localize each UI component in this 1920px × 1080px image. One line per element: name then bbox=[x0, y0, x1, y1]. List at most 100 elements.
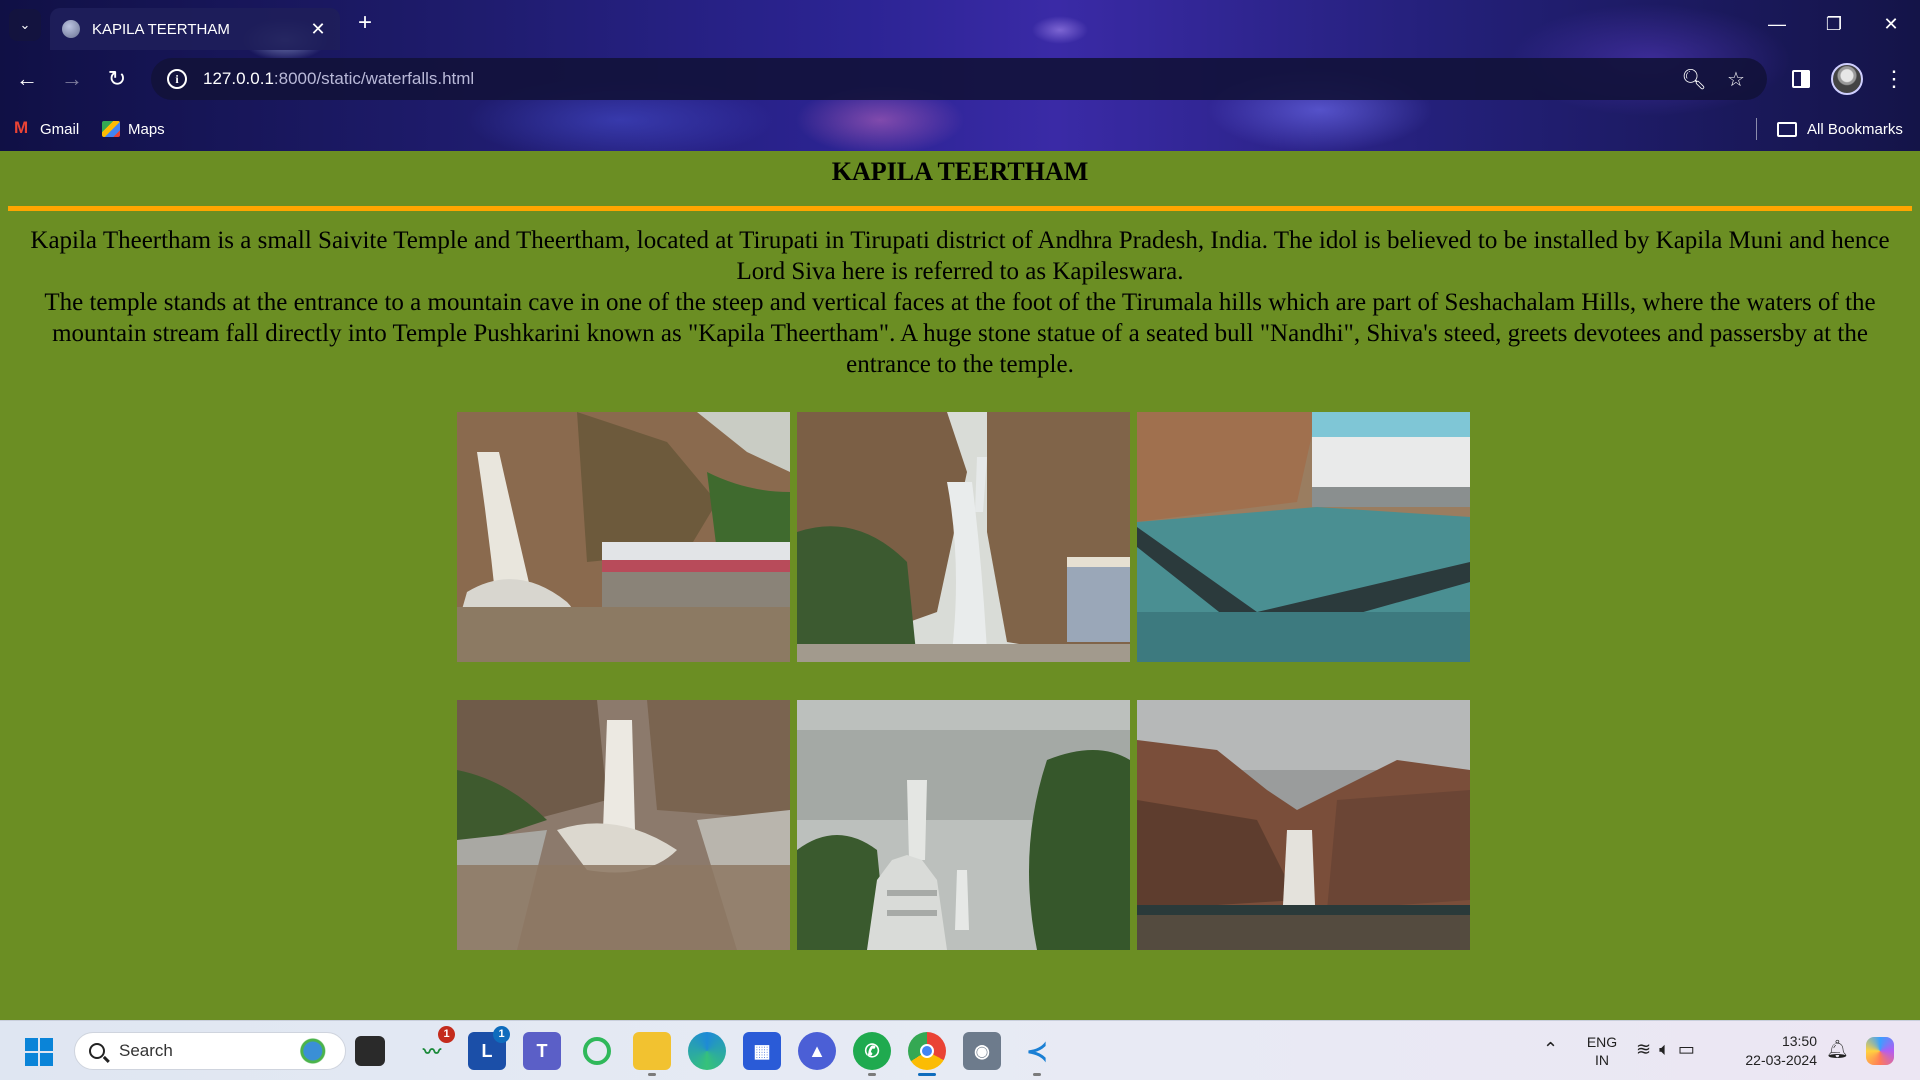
camera-icon[interactable]: ◉ bbox=[963, 1032, 1001, 1070]
address-bar[interactable]: i 127.0.0.1:8000/static/waterfalls.html … bbox=[151, 58, 1767, 100]
copilot-icon[interactable] bbox=[1866, 1037, 1894, 1065]
globe-icon bbox=[62, 20, 80, 38]
bookmarks-bar: Gmail Maps All Bookmarks bbox=[0, 108, 1920, 151]
arrow-right-icon: → bbox=[61, 66, 83, 91]
taskbar-search-placeholder: Search bbox=[119, 1041, 173, 1060]
taskbar-search[interactable]: Search bbox=[74, 1032, 346, 1070]
page-title: KAPILA TEERTHAM bbox=[831, 157, 1089, 186]
close-tab-icon[interactable]: ✕ bbox=[308, 19, 328, 40]
back-button[interactable]: ← bbox=[11, 63, 43, 95]
profile-avatar[interactable] bbox=[1831, 63, 1863, 95]
start-tile bbox=[40, 1038, 53, 1051]
search-highlight-icon bbox=[279, 1036, 331, 1066]
browser-tab-active[interactable]: KAPILA TEERTHAM ✕ bbox=[50, 8, 340, 50]
bookmark-label: Gmail bbox=[40, 120, 80, 138]
triangle-app-icon[interactable]: ▲ bbox=[798, 1032, 836, 1070]
browser-toolbar: ← → ↻ i 127.0.0.1:8000/static/waterfalls… bbox=[0, 50, 1920, 108]
notification-badge: 1 bbox=[438, 1026, 455, 1043]
tab-title: KAPILA TEERTHAM bbox=[92, 20, 230, 38]
close-window-button[interactable]: ✕ bbox=[1871, 8, 1911, 40]
side-panel-icon[interactable] bbox=[1788, 66, 1814, 92]
intro-paragraph-2: The temple stands at the entrance to a m… bbox=[44, 289, 1876, 378]
wifi-icon: ≋ bbox=[1636, 1039, 1660, 1059]
chevron-down-icon: ⌄ bbox=[19, 17, 31, 32]
running-indicator bbox=[648, 1073, 656, 1076]
maps-icon bbox=[102, 121, 120, 137]
running-indicator-active bbox=[918, 1073, 936, 1076]
whatsapp-icon[interactable]: ✆ bbox=[853, 1032, 891, 1070]
tray-status-icons[interactable]: ≋🔈︎▭ bbox=[1636, 1039, 1703, 1060]
start-tile bbox=[40, 1053, 53, 1066]
browser-chrome: ⌄ KAPILA TEERTHAM ✕ + — ❐ ✕ ← → ↻ i 127.… bbox=[0, 0, 1920, 151]
running-indicator bbox=[868, 1073, 876, 1076]
vscode-icon[interactable]: ≺ bbox=[1018, 1032, 1056, 1070]
browser-menu-button[interactable]: ⋮ bbox=[1878, 63, 1910, 95]
clock-time: 13:50 bbox=[1781, 1033, 1817, 1049]
chrome-icon[interactable] bbox=[908, 1032, 946, 1070]
title-divider bbox=[8, 206, 1912, 211]
page-body: KAPILA TEERTHAM Kapila Theertham is a sm… bbox=[0, 151, 1920, 1020]
store-icon[interactable]: ▦ bbox=[743, 1032, 781, 1070]
side-panel-fill bbox=[1801, 70, 1810, 88]
start-tile bbox=[25, 1038, 38, 1051]
photo-temple-gopuram-in-mist bbox=[797, 700, 1130, 950]
gmail-icon bbox=[14, 118, 32, 138]
lang-line-2: IN bbox=[1595, 1052, 1609, 1068]
chrome-center bbox=[920, 1044, 934, 1058]
restore-icon: ❐ bbox=[1825, 14, 1843, 34]
lang-line-1: ENG bbox=[1586, 1034, 1618, 1050]
tab-strip: ⌄ KAPILA TEERTHAM ✕ + — ❐ ✕ bbox=[0, 0, 1920, 50]
forward-button[interactable]: → bbox=[56, 63, 88, 95]
clock-date: 22-03-2024 bbox=[1745, 1052, 1817, 1068]
close-icon: ✕ bbox=[1883, 14, 1899, 34]
url-host: 127.0.0.1 bbox=[203, 69, 274, 88]
all-bookmarks-label: All Bookmarks bbox=[1807, 120, 1903, 138]
l-app-icon[interactable]: L1 bbox=[468, 1026, 510, 1070]
battery-icon: ▭ bbox=[1677, 1039, 1703, 1059]
windows-start-icon[interactable] bbox=[25, 1038, 53, 1066]
bookmark-gmail[interactable]: Gmail bbox=[14, 118, 79, 140]
site-info-icon[interactable]: i bbox=[167, 69, 187, 89]
reload-button[interactable]: ↻ bbox=[101, 63, 133, 95]
tab-search-button[interactable]: ⌄ bbox=[9, 9, 41, 41]
zoom-icon[interactable]: 🔍︎ bbox=[1679, 67, 1709, 92]
photo-waterfall-with-temple-corridor bbox=[457, 412, 790, 662]
running-indicator bbox=[1033, 1073, 1041, 1076]
ring-shape bbox=[583, 1037, 611, 1065]
all-bookmarks-button[interactable]: All Bookmarks bbox=[1777, 118, 1903, 140]
more-vertical-icon: ⋮ bbox=[1883, 66, 1905, 91]
new-tab-button[interactable]: + bbox=[351, 10, 379, 38]
file-explorer-dark-icon[interactable] bbox=[355, 1036, 385, 1066]
intro-text: Kapila Theertham is a small Saivite Temp… bbox=[8, 225, 1912, 380]
photo-temple-pushkarini-pond bbox=[1137, 412, 1470, 662]
bookmark-star-icon[interactable]: ☆ bbox=[1721, 67, 1751, 92]
bookmark-maps[interactable]: Maps bbox=[102, 118, 165, 140]
minimize-icon: — bbox=[1768, 14, 1786, 34]
tray-overflow-chevron-icon[interactable]: ⌃ bbox=[1543, 1039, 1558, 1060]
start-tile bbox=[25, 1053, 38, 1066]
restore-button[interactable]: ❐ bbox=[1814, 8, 1854, 40]
system-clock[interactable]: 13:50 22-03-2024 bbox=[1727, 1032, 1817, 1070]
file-explorer-icon[interactable] bbox=[633, 1032, 671, 1070]
search-icon bbox=[89, 1043, 105, 1059]
photo-waterfall-between-cliffs bbox=[797, 412, 1130, 662]
reload-icon: ↻ bbox=[107, 66, 127, 91]
photo-waterfall-flood-corridors bbox=[457, 700, 790, 950]
photo-waterfall-under-cloudy-sky bbox=[1137, 700, 1470, 950]
bookmark-label: Maps bbox=[128, 120, 165, 138]
notification-bell-icon[interactable]: 🔔︎ bbox=[1826, 1039, 1849, 1060]
teams-icon[interactable]: T bbox=[523, 1032, 561, 1070]
plus-icon: + bbox=[357, 9, 372, 36]
notification-badge: 1 bbox=[493, 1026, 510, 1043]
folder-icon bbox=[1777, 121, 1797, 137]
bookmarks-divider bbox=[1756, 118, 1757, 140]
windows-taskbar: Search 〰 1 L1 T ▦ ▲ ✆ ◉ ≺ ⌃ ENG IN ≋🔈︎▭ 1… bbox=[0, 1020, 1920, 1080]
input-language-indicator[interactable]: ENG IN bbox=[1584, 1033, 1620, 1069]
volume-icon: 🔈︎ bbox=[1659, 1039, 1678, 1059]
minimize-button[interactable]: — bbox=[1757, 8, 1797, 40]
stocks-app-icon[interactable]: 〰 1 bbox=[413, 1026, 455, 1070]
intro-paragraph-1: Kapila Theertham is a small Saivite Temp… bbox=[30, 227, 1890, 285]
arrow-left-icon: ← bbox=[16, 66, 38, 91]
edge-icon[interactable] bbox=[688, 1032, 726, 1070]
green-ring-app-icon[interactable] bbox=[578, 1032, 616, 1070]
